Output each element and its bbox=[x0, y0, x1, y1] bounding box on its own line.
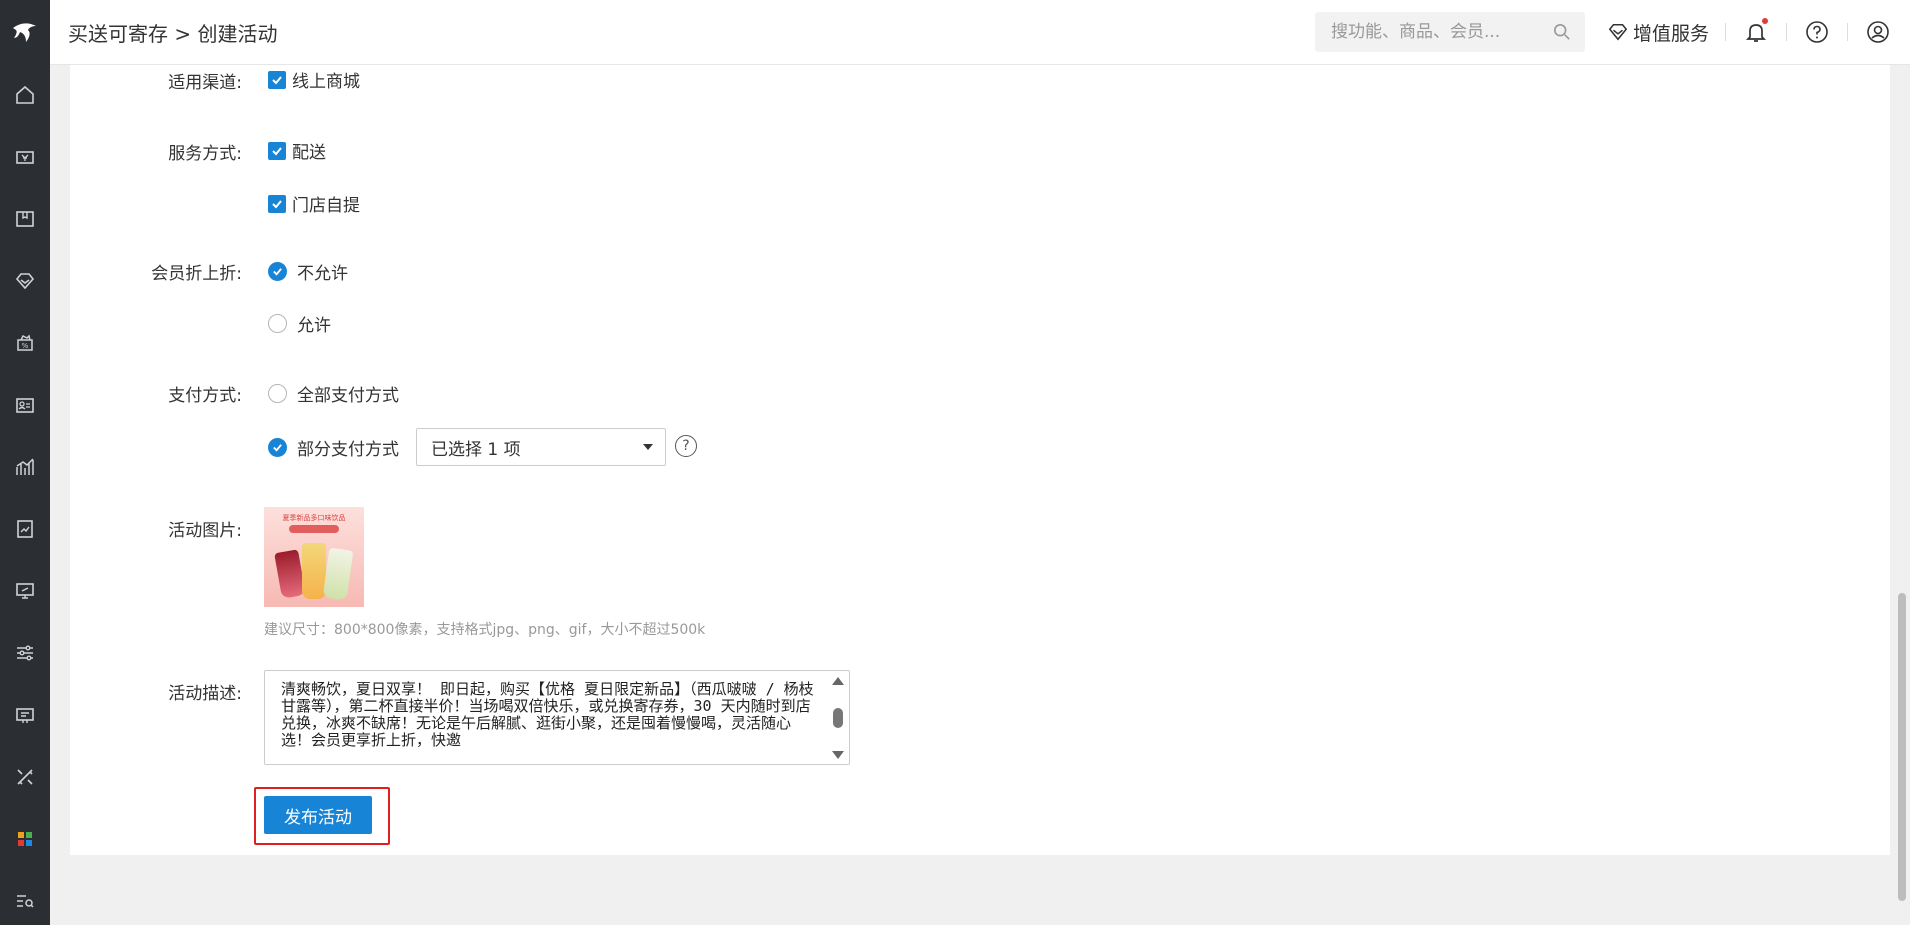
radio-unselected-icon bbox=[268, 384, 287, 403]
nav-marketing[interactable]: % bbox=[0, 312, 50, 374]
scroll-up-arrow-icon[interactable] bbox=[832, 677, 844, 685]
breadcrumb[interactable]: 买送可寄存 > 创建活动 bbox=[68, 18, 277, 47]
nav-staff[interactable] bbox=[0, 374, 50, 436]
app-logo[interactable] bbox=[0, 0, 50, 64]
payment-all-radio[interactable]: 全部支付方式 bbox=[268, 381, 399, 406]
coupon-icon: % bbox=[17, 334, 33, 351]
diamond-icon bbox=[15, 273, 35, 290]
radio-unselected-icon bbox=[268, 314, 287, 333]
member-discount-disallow-radio[interactable]: 不允许 bbox=[268, 259, 348, 284]
channel-label: 适用渠道: bbox=[168, 73, 242, 93]
service-pickup-label: 门店自提 bbox=[292, 196, 360, 216]
home-icon bbox=[16, 85, 34, 104]
header-actions: 增值服务 bbox=[1314, 0, 1910, 64]
header-divider bbox=[1786, 23, 1787, 41]
checkbox-checked-icon bbox=[268, 141, 286, 160]
nav-settings[interactable] bbox=[0, 622, 50, 684]
service-label: 服务方式: bbox=[168, 144, 242, 164]
poster-drink bbox=[302, 543, 326, 599]
sidebar: % bbox=[0, 0, 50, 925]
payment-all-label: 全部支付方式 bbox=[297, 386, 399, 406]
notifications-button[interactable] bbox=[1742, 18, 1770, 46]
page-scroll-thumb[interactable] bbox=[1898, 593, 1906, 901]
description-textarea[interactable]: 清爽畅饮，夏日双享！ 即日起，购买【优格 夏日限定新品】（西瓜啵啵 / 杨枝甘露… bbox=[265, 671, 825, 764]
svg-text:%: % bbox=[22, 342, 29, 350]
scroll-thumb[interactable] bbox=[833, 708, 843, 728]
question-circle-icon bbox=[1806, 21, 1828, 43]
payment-label: 支付方式: bbox=[168, 386, 242, 406]
channel-online-mall-checkbox[interactable]: 线上商城 bbox=[268, 67, 360, 92]
monitor-icon bbox=[16, 583, 34, 599]
user-circle-icon bbox=[1867, 21, 1889, 43]
header-divider bbox=[1725, 23, 1726, 41]
id-card-icon bbox=[16, 398, 34, 413]
value-added-services-button[interactable]: 增值服务 bbox=[1607, 19, 1709, 46]
nav-analytics[interactable] bbox=[0, 436, 50, 498]
notification-dot bbox=[1762, 18, 1768, 24]
member-discount-label: 会员折上折: bbox=[151, 264, 242, 284]
header-divider bbox=[1847, 23, 1848, 41]
global-search[interactable] bbox=[1314, 12, 1585, 52]
apps-grid-icon bbox=[18, 832, 32, 846]
nav-screen[interactable] bbox=[0, 560, 50, 622]
member-discount-allow-radio[interactable]: 允许 bbox=[268, 311, 331, 336]
service-pickup-checkbox[interactable]: 门店自提 bbox=[268, 191, 360, 216]
nav-home[interactable] bbox=[0, 64, 50, 126]
member-discount-allow-label: 允许 bbox=[297, 316, 331, 336]
service-delivery-label: 配送 bbox=[292, 143, 326, 163]
description-textarea-container: 清爽畅饮，夏日双享！ 即日起，购买【优格 夏日限定新品】（西瓜啵啵 / 杨枝甘露… bbox=[264, 670, 850, 765]
poster-banner bbox=[289, 525, 339, 533]
checkbox-checked-icon bbox=[268, 70, 286, 89]
value-added-services-label: 增值服务 bbox=[1632, 22, 1709, 45]
logo-icon bbox=[13, 23, 36, 42]
tools-icon bbox=[17, 769, 33, 785]
search-icon[interactable] bbox=[1553, 23, 1571, 41]
channel-online-mall-label: 线上商城 bbox=[292, 72, 360, 92]
device-icon bbox=[16, 708, 34, 723]
sliders-icon bbox=[17, 645, 33, 661]
nav-apps[interactable] bbox=[0, 808, 50, 870]
poster-drink bbox=[322, 547, 354, 601]
description-label: 活动描述: bbox=[168, 684, 242, 704]
textarea-scrollbar[interactable] bbox=[831, 677, 845, 759]
nav-member[interactable] bbox=[0, 250, 50, 312]
activity-form: 适用渠道: 线上商城 服务方式: 配送 门店自提 会员折上折: 不允许 允许 支… bbox=[70, 65, 1890, 855]
chevron-down-icon bbox=[643, 444, 653, 450]
payment-methods-select-value: 已选择 1 项 bbox=[431, 439, 521, 460]
member-discount-disallow-label: 不允许 bbox=[297, 264, 348, 284]
scroll-down-arrow-icon[interactable] bbox=[832, 751, 844, 759]
user-account-button[interactable] bbox=[1864, 18, 1892, 46]
image-size-hint: 建议尺寸：800*800像素，支持格式jpg、png、gif，大小不超过500k bbox=[264, 622, 706, 638]
top-header: 买送可寄存 > 创建活动 增值服务 bbox=[50, 0, 1910, 65]
publish-activity-button[interactable]: 发布活动 bbox=[264, 796, 372, 834]
payment-help-icon[interactable]: ? bbox=[675, 435, 697, 457]
payment-partial-label: 部分支付方式 bbox=[297, 440, 399, 460]
chart-icon bbox=[16, 458, 34, 475]
help-button[interactable] bbox=[1803, 18, 1831, 46]
cashier-icon bbox=[16, 151, 34, 164]
box-icon bbox=[16, 211, 34, 227]
nav-report[interactable] bbox=[0, 498, 50, 560]
payment-partial-radio[interactable]: 部分支付方式 bbox=[268, 435, 399, 460]
image-label: 活动图片: bbox=[168, 521, 242, 541]
radio-selected-icon bbox=[268, 262, 287, 281]
menu-search-icon bbox=[17, 895, 34, 908]
nav-goods[interactable] bbox=[0, 188, 50, 250]
payment-methods-select[interactable]: 已选择 1 项 bbox=[416, 428, 666, 466]
nav-device[interactable] bbox=[0, 684, 50, 746]
nav-search-menu[interactable] bbox=[0, 870, 50, 925]
service-delivery-checkbox[interactable]: 配送 bbox=[268, 138, 326, 163]
nav-tools[interactable] bbox=[0, 746, 50, 808]
search-input[interactable] bbox=[1330, 22, 1553, 42]
poster-title: 夏季新品多口味饮品 bbox=[282, 514, 346, 522]
report-icon bbox=[17, 520, 33, 538]
checkbox-checked-icon bbox=[268, 194, 286, 213]
radio-selected-icon bbox=[268, 438, 287, 457]
diamond-icon bbox=[1608, 23, 1628, 41]
nav-cashier[interactable] bbox=[0, 126, 50, 188]
page-scrollbar[interactable] bbox=[1898, 65, 1906, 901]
activity-image-thumbnail[interactable]: 夏季新品多口味饮品 bbox=[264, 507, 364, 607]
